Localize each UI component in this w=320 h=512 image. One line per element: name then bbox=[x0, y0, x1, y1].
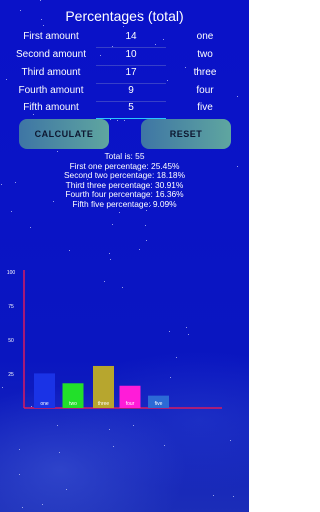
star-dot bbox=[40, 0, 41, 1]
star-dot bbox=[117, 120, 118, 121]
star-dot bbox=[123, 26, 124, 27]
results-panel: Total is: 55 First one percentage: 25.45… bbox=[0, 151, 249, 210]
star-dot bbox=[133, 425, 134, 426]
amount-label-1: First amount bbox=[23, 31, 79, 42]
amount-label-3: Third amount bbox=[21, 67, 81, 78]
name-field-3[interactable]: three bbox=[180, 67, 230, 78]
star-dot bbox=[69, 250, 70, 251]
bar-label-two: two bbox=[69, 401, 77, 407]
star-dot bbox=[109, 429, 110, 430]
star-dot bbox=[30, 227, 31, 228]
amount-input-2[interactable]: 10 bbox=[96, 49, 166, 66]
star-dot bbox=[112, 224, 113, 225]
star-dot bbox=[119, 212, 120, 213]
amount-input-4[interactable]: 9 bbox=[96, 85, 166, 102]
bar-label-three: three bbox=[98, 401, 110, 407]
amount-input-1[interactable]: 14 bbox=[96, 31, 166, 48]
star-dot bbox=[11, 211, 12, 212]
amount-row-2: Second amount 10 two bbox=[0, 49, 249, 67]
star-dot bbox=[230, 440, 231, 441]
amount-label-4: Fourth amount bbox=[18, 85, 84, 96]
star-dot bbox=[113, 446, 114, 447]
star-dot bbox=[164, 445, 165, 446]
bar-label-five: five bbox=[155, 401, 163, 407]
y-tick-label: 25 bbox=[8, 372, 14, 378]
result-line-5: Fifth five percentage: 9.09% bbox=[72, 198, 177, 209]
star-dot bbox=[66, 489, 67, 490]
page-title: Percentages (total) bbox=[65, 8, 184, 24]
y-tick-label: 100 bbox=[7, 270, 16, 276]
amount-label-5: Fifth amount bbox=[23, 102, 79, 113]
app-screen: Percentages (total) First amount 14 one … bbox=[0, 0, 249, 512]
name-field-1[interactable]: one bbox=[180, 31, 230, 42]
y-tick-label: 50 bbox=[8, 338, 14, 344]
star-dot bbox=[145, 225, 146, 226]
star-dot bbox=[110, 259, 111, 260]
star-dot bbox=[139, 249, 140, 250]
star-dot bbox=[109, 253, 110, 254]
bar-label-four: four bbox=[126, 401, 135, 407]
star-dot bbox=[42, 504, 43, 505]
star-dot bbox=[146, 240, 147, 241]
name-field-5[interactable]: five bbox=[180, 102, 230, 113]
amount-label-2: Second amount bbox=[15, 49, 87, 60]
amount-input-3[interactable]: 17 bbox=[96, 67, 166, 84]
amount-row-3: Third amount 17 three bbox=[0, 67, 249, 85]
star-dot bbox=[57, 425, 58, 426]
y-tick-label: 75 bbox=[8, 304, 14, 310]
calculate-button[interactable]: CALCULATE bbox=[19, 119, 109, 149]
star-dot bbox=[19, 449, 20, 450]
bar-label-one: one bbox=[40, 401, 49, 407]
name-field-4[interactable]: four bbox=[180, 85, 230, 96]
star-dot bbox=[43, 25, 44, 26]
star-dot bbox=[146, 210, 147, 211]
star-dot bbox=[19, 474, 20, 475]
star-dot bbox=[59, 452, 60, 453]
star-dot bbox=[124, 120, 125, 121]
amount-row-1: First amount 14 one bbox=[0, 31, 249, 49]
percentage-bar-chart: 100 75 50 25 one two three four five bbox=[7, 270, 222, 409]
amount-row-5: Fifth amount 5 five bbox=[0, 102, 249, 120]
star-dot bbox=[213, 495, 214, 496]
amount-row-4: Fourth amount 9 four bbox=[0, 85, 249, 103]
star-dot bbox=[233, 496, 234, 497]
reset-button[interactable]: RESET bbox=[141, 119, 231, 149]
name-field-2[interactable]: two bbox=[180, 49, 230, 60]
star-dot bbox=[22, 507, 23, 508]
amount-input-5[interactable]: 5 bbox=[96, 102, 166, 119]
